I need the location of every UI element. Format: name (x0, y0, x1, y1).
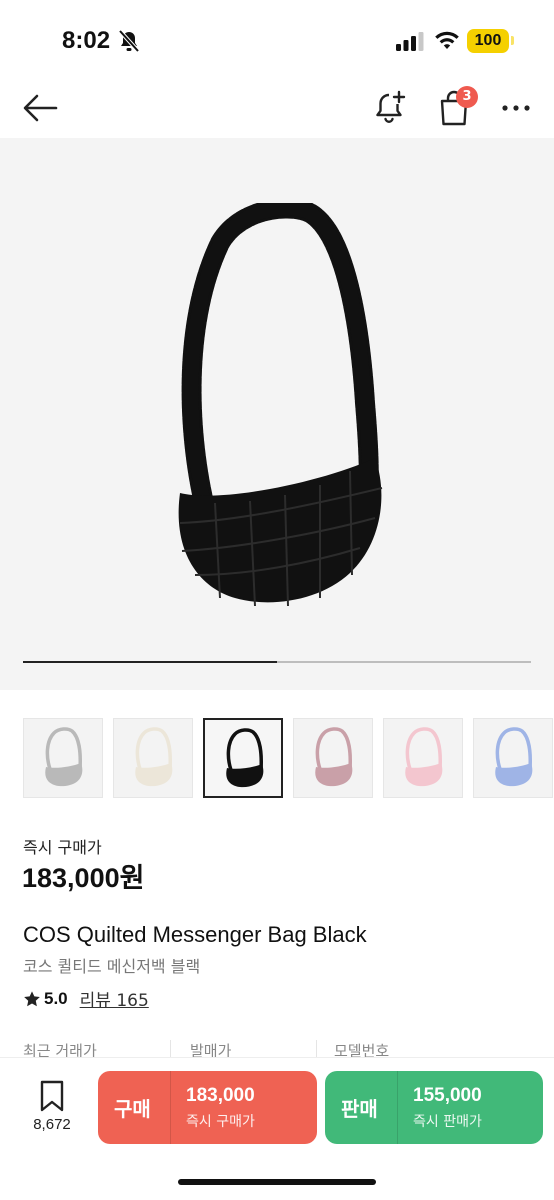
cart-count-badge: 3 (456, 86, 478, 108)
info-divider (170, 1040, 171, 1058)
top-nav: 3 (0, 78, 554, 138)
product-subtitle: 코스 퀼티드 메신저백 블랙 (23, 957, 201, 976)
product-rating: 5.0 리뷰 165 (23, 986, 149, 1011)
sell-button-divider (397, 1071, 398, 1144)
buy-button-amount: 183,000 (186, 1085, 255, 1106)
product-image-bag (178, 203, 383, 607)
info-divider (316, 1040, 317, 1058)
bag-thumbnail-image (315, 727, 353, 787)
color-thumbnail-light-pink[interactable] (383, 718, 463, 798)
bell-plus-icon[interactable] (372, 88, 408, 126)
bag-thumbnail-image (226, 728, 264, 788)
rating-score: 5.0 (44, 988, 68, 1008)
bag-thumbnail-image (45, 727, 83, 787)
product-image-carousel[interactable] (0, 138, 554, 690)
battery-cap (511, 36, 514, 45)
bag-thumbnail-image (495, 727, 533, 787)
more-horizontal-icon[interactable] (496, 90, 536, 126)
sell-button-amount: 155,000 (413, 1085, 482, 1106)
arrow-left-icon[interactable] (20, 88, 60, 128)
wifi-icon (435, 31, 459, 49)
carousel-progress-fill (23, 661, 277, 663)
bell-slash-icon (118, 29, 140, 53)
color-thumbnails (23, 718, 554, 800)
product-title: COS Quilted Messenger Bag Black (23, 922, 367, 947)
bookmark-icon (40, 1080, 64, 1112)
review-link[interactable]: 리뷰 165 (80, 986, 149, 1011)
home-indicator (178, 1179, 376, 1185)
color-thumbnail-dusty-pink[interactable] (293, 718, 373, 798)
cellular-signal-icon (396, 32, 424, 51)
color-thumbnail-light-blue[interactable] (473, 718, 553, 798)
star-icon (24, 990, 40, 1006)
sell-button[interactable]: 판매 155,000 즉시 판매가 (325, 1071, 543, 1144)
instant-buy-label: 즉시 구매가 (23, 838, 102, 857)
buy-button-sub: 즉시 구매가 (186, 1114, 255, 1130)
sell-button-label: 판매 (341, 1097, 378, 1121)
bag-thumbnail-image (135, 727, 173, 787)
wishlist-count: 8,672 (33, 1116, 71, 1133)
status-bar: 8:02 100 (0, 0, 554, 78)
bag-thumbnail-image (405, 727, 443, 787)
color-thumbnail-black[interactable] (203, 718, 283, 798)
status-time: 8:02 (62, 27, 111, 54)
buy-button[interactable]: 구매 183,000 즉시 구매가 (98, 1071, 317, 1144)
color-thumbnail-grey[interactable] (23, 718, 103, 798)
battery-indicator: 100 (467, 29, 509, 53)
color-thumbnail-ivory[interactable] (113, 718, 193, 798)
product-price: 183,000원 (22, 863, 145, 893)
buy-button-divider (170, 1071, 171, 1144)
sell-button-sub: 즉시 판매가 (413, 1114, 482, 1130)
buy-button-label: 구매 (114, 1097, 151, 1121)
carousel-progress-track (23, 661, 531, 663)
wishlist-button[interactable]: 8,672 (24, 1080, 80, 1140)
